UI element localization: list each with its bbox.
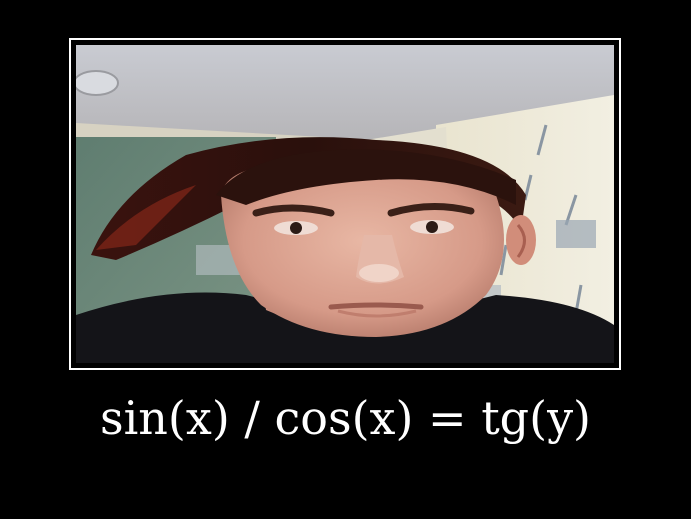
photo-frame [69,38,621,370]
portrait-photo-drawing [76,45,614,363]
demotivator-poster: sin(x) / cos(x) = tg(y) [0,0,691,519]
caption-text: sin(x) / cos(x) = tg(y) [99,391,592,445]
portrait-photo [76,45,614,363]
